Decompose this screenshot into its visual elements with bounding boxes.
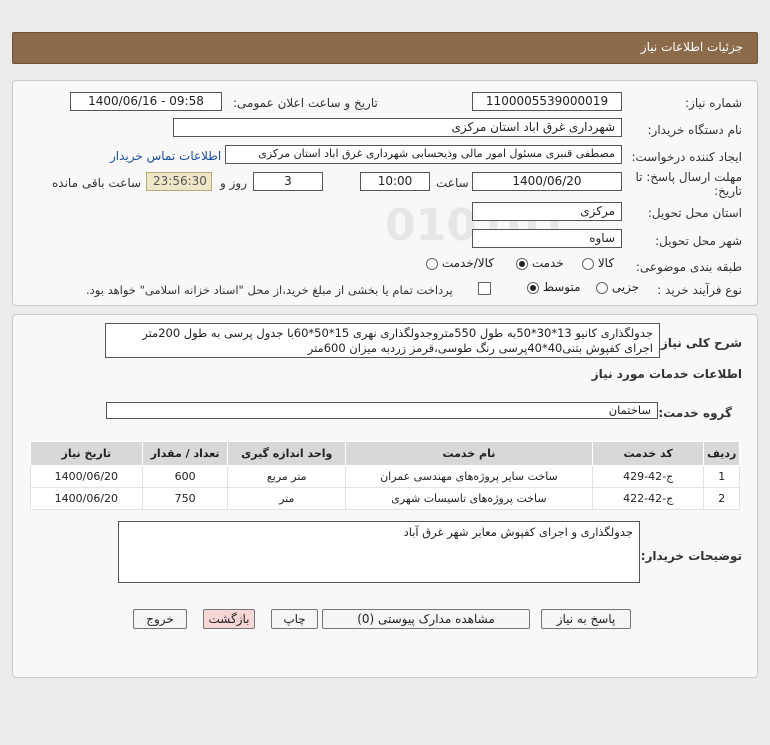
- category-option-goods-service[interactable]: کالا/خدمت: [426, 256, 494, 270]
- province-field: مرکزی: [472, 202, 622, 221]
- service-group-label: گروه خدمت:: [658, 406, 732, 420]
- radio-service[interactable]: [516, 257, 528, 270]
- attachments-button[interactable]: مشاهده مدارک پیوستی (0): [322, 609, 530, 629]
- cell-code: ج-42-429: [591, 465, 705, 488]
- col-row: ردیف: [703, 441, 740, 466]
- col-name: نام خدمت: [345, 441, 593, 466]
- purchase-option-medium[interactable]: متوسط: [527, 280, 581, 294]
- cell-code: ج-42-422: [591, 487, 705, 510]
- print-button[interactable]: چاپ: [271, 609, 318, 629]
- exit-button[interactable]: خروج: [133, 609, 187, 629]
- purchase-option-minor[interactable]: جزیی: [596, 280, 639, 294]
- city-field: ساوه: [472, 229, 622, 248]
- table-row: 2 ج-42-422 ساخت پروژه‌های تاسیسات شهری م…: [30, 487, 740, 510]
- reply-button[interactable]: پاسخ به نیاز: [541, 609, 631, 629]
- cell-date: 1400/06/20: [30, 487, 143, 510]
- remaining-time-label: ساعت باقی مانده: [52, 176, 142, 190]
- deadline-time-field: 10:00: [360, 172, 430, 191]
- summary-label: شرح کلی نیاز:: [656, 336, 742, 350]
- col-date: تاریخ نیاز: [30, 441, 143, 466]
- col-code: کد خدمت: [591, 441, 705, 466]
- summary-box: جدولگذاری کانیو 13*30*50به طول 550متروجد…: [105, 323, 660, 358]
- category-option-goods[interactable]: کالا: [582, 256, 614, 270]
- treasury-checkbox[interactable]: [478, 282, 491, 295]
- purchase-type-label: نوع فرآیند خرید :: [657, 283, 742, 297]
- province-label: استان محل تحویل:: [647, 206, 742, 220]
- col-unit: واحد اندازه گیری: [227, 441, 347, 466]
- cell-unit: متر: [227, 487, 347, 510]
- category-option-service[interactable]: خدمت: [516, 256, 564, 270]
- deadline-time-label: ساعت: [436, 176, 469, 190]
- cell-row: 2: [703, 487, 740, 510]
- cell-qty: 600: [141, 465, 229, 488]
- buyer-org-label: نام دستگاه خریدار:: [647, 123, 743, 137]
- summary-line-1: جدولگذاری کانیو 13*30*50به طول 550متروجد…: [142, 326, 653, 340]
- page-title: جزئیات اطلاعات نیاز: [640, 40, 743, 54]
- need-number-field: 1100005539000019: [472, 92, 622, 111]
- cell-qty: 750: [141, 487, 229, 510]
- deadline-label: مهلت ارسال پاسخ: تا: [635, 170, 742, 184]
- announce-date-field: 1400/06/16 - 09:58: [70, 92, 222, 111]
- table-row: 1 ج-42-429 ساخت سایر پروژه‌های مهندسی عم…: [30, 465, 740, 488]
- buyer-org-field: شهرداری غرق اباد استان مرکزی: [173, 118, 622, 137]
- services-table: ردیف کد خدمت نام خدمت واحد اندازه گیری ت…: [30, 441, 740, 510]
- cell-name: ساخت پروژه‌های تاسیسات شهری: [345, 487, 593, 510]
- days-remaining-field: 3: [253, 172, 323, 191]
- creator-label: ایجاد کننده درخواست:: [631, 150, 742, 164]
- buyer-notes-text: جدولگذاری و اجرای کفپوش معابر شهر غرق آب…: [403, 525, 633, 539]
- cell-unit: متر مربع: [227, 465, 347, 488]
- deadline-date-field: 1400/06/20: [472, 172, 622, 191]
- creator-field: مصطفی قنبری مسئول امور مالی وذیحسابی شهر…: [225, 145, 622, 164]
- table-header-row: ردیف کد خدمت نام خدمت واحد اندازه گیری ت…: [30, 441, 740, 466]
- service-group-field: ساختمان: [106, 402, 658, 419]
- remaining-time-field: 23:56:30: [146, 172, 212, 191]
- cell-date: 1400/06/20: [30, 465, 143, 488]
- cell-row: 1: [703, 465, 740, 488]
- treasury-note: پرداخت تمام یا بخشی از مبلغ خرید،از محل …: [86, 283, 453, 297]
- cell-name: ساخت سایر پروژه‌های مهندسی عمران: [345, 465, 593, 488]
- deadline-date-label: تاریخ:: [714, 184, 742, 198]
- announce-date-label: تاریخ و ساعت اعلان عمومی:: [233, 96, 378, 110]
- col-qty: تعداد / مقدار: [141, 441, 229, 466]
- page-header: جزئیات اطلاعات نیاز: [12, 32, 758, 64]
- days-label: روز و: [220, 176, 247, 190]
- services-section-title: اطلاعات خدمات مورد نیاز: [591, 367, 742, 381]
- back-button[interactable]: بازگشت: [203, 609, 255, 629]
- buyer-notes-box: جدولگذاری و اجرای کفپوش معابر شهر غرق آب…: [118, 521, 640, 583]
- buyer-contact-link[interactable]: اطلاعات تماس خریدار: [110, 149, 221, 163]
- category-label: طبقه بندی موضوعی:: [635, 260, 742, 274]
- radio-medium[interactable]: [527, 281, 539, 294]
- radio-goods[interactable]: [582, 257, 594, 270]
- city-label: شهر محل تحویل:: [655, 234, 742, 248]
- buyer-notes-label: توضیحات خریدار:: [640, 549, 742, 563]
- need-number-label: شماره نیاز:: [685, 96, 742, 110]
- radio-goods-service[interactable]: [426, 257, 438, 270]
- summary-line-2: اجرای کفپوش بتنی40*40پرسی رنگ طوسی،قرمز …: [307, 341, 653, 355]
- radio-minor[interactable]: [596, 281, 608, 294]
